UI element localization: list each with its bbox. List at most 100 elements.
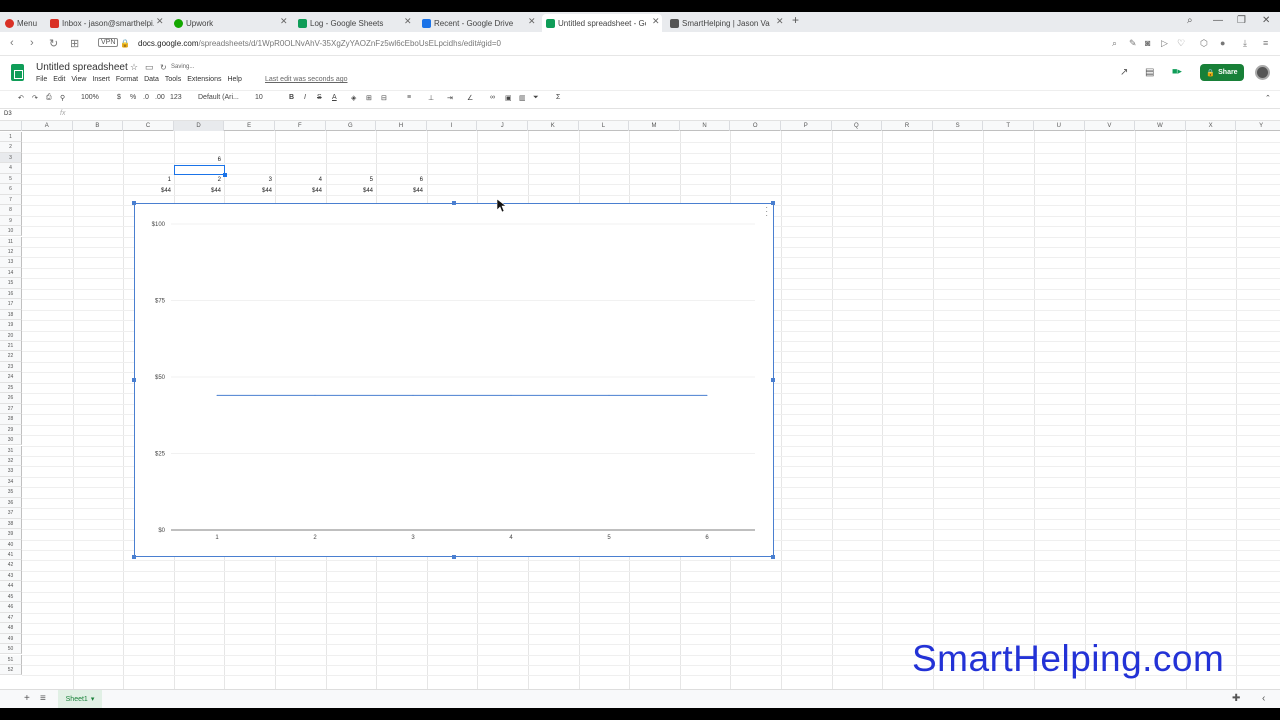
vpn-badge[interactable]: VPN	[98, 38, 119, 47]
speed-dial-icon[interactable]: ⊞	[70, 37, 79, 50]
row-header-39[interactable]: 39	[0, 529, 22, 540]
row-header-50[interactable]: 50	[0, 644, 22, 655]
undo-icon[interactable]: ↶	[18, 94, 24, 102]
row-header-15[interactable]: 15	[0, 278, 22, 289]
explore-icon[interactable]: ✚	[1232, 693, 1240, 704]
row-header-47[interactable]: 47	[0, 612, 22, 624]
column-header-i[interactable]: I	[427, 121, 478, 131]
insert-chart-icon[interactable]: ▥	[519, 94, 526, 102]
tab-untitled-spreadsheet[interactable]: Untitled spreadsheet - Goo...	[546, 14, 646, 32]
column-header-n[interactable]: N	[680, 121, 731, 131]
doc-title[interactable]: Untitled spreadsheet	[36, 62, 128, 73]
column-header-m[interactable]: M	[629, 121, 680, 131]
column-header-b[interactable]: B	[73, 121, 124, 131]
column-header-t[interactable]: T	[983, 121, 1034, 131]
column-header-d[interactable]: D	[173, 121, 225, 131]
camera-icon[interactable]: ◙	[1145, 38, 1150, 48]
row-header-34[interactable]: 34	[0, 476, 22, 488]
row-header-48[interactable]: 48	[0, 623, 22, 634]
search-icon[interactable]: ⌕	[1112, 38, 1117, 49]
column-header-p[interactable]: P	[781, 121, 832, 131]
meet-icon[interactable]: ■▸	[1172, 66, 1194, 80]
url-field[interactable]: docs.google.com/spreadsheets/d/1WpR0OLNv…	[138, 39, 501, 48]
row-header-26[interactable]: 26	[0, 393, 22, 404]
row-header-7[interactable]: 7	[0, 194, 22, 206]
column-header-x[interactable]: X	[1186, 121, 1237, 131]
row-header-29[interactable]: 29	[0, 424, 22, 436]
avatar[interactable]	[1255, 65, 1270, 80]
row-header-13[interactable]: 13	[0, 257, 22, 268]
zoom-select[interactable]: 100%	[81, 94, 99, 101]
column-header-e[interactable]: E	[224, 121, 275, 131]
row-header-36[interactable]: 36	[0, 497, 22, 509]
cell-e4[interactable]: 3	[225, 175, 275, 185]
cube-icon[interactable]: ⬡	[1200, 38, 1208, 49]
forward-icon[interactable]: ›	[30, 37, 34, 49]
resize-handle[interactable]	[452, 555, 456, 559]
column-header-s[interactable]: S	[933, 121, 984, 131]
row-header-10[interactable]: 10	[0, 226, 22, 237]
row-header-45[interactable]: 45	[0, 591, 22, 603]
tab-google-drive[interactable]: Recent - Google Drive	[422, 14, 522, 32]
row-header-18[interactable]: 18	[0, 309, 22, 321]
redo-icon[interactable]: ↷	[32, 94, 38, 102]
menu-format[interactable]: Format	[116, 76, 138, 83]
search-tabs-icon[interactable]: ⌕	[1187, 15, 1193, 26]
increase-decimal-button[interactable]: .00	[155, 94, 165, 101]
menu-extensions[interactable]: Extensions	[187, 76, 221, 83]
column-header-w[interactable]: W	[1135, 121, 1186, 131]
fill-color-icon[interactable]: ◈	[351, 94, 356, 102]
resize-handle[interactable]	[771, 555, 775, 559]
strikethrough-button[interactable]: S	[317, 94, 322, 101]
reload-icon[interactable]: ↻	[49, 37, 58, 50]
percent-button[interactable]: %	[130, 94, 136, 101]
link-icon[interactable]: ∞	[490, 94, 495, 101]
column-header-v[interactable]: V	[1085, 121, 1136, 131]
functions-button[interactable]: Σ	[556, 94, 560, 101]
chart-more-icon[interactable]: · · ·	[765, 204, 768, 220]
font-select[interactable]: Default (Ari...	[198, 94, 239, 101]
cell-g4[interactable]: 5	[326, 175, 376, 185]
insert-comment-icon[interactable]: ▣	[505, 94, 512, 102]
row-header-3[interactable]: 3	[0, 152, 22, 164]
select-all-corner[interactable]	[0, 121, 22, 131]
resize-handle[interactable]	[132, 201, 136, 205]
play-icon[interactable]: ▷	[1161, 38, 1168, 49]
column-header-u[interactable]: U	[1034, 121, 1085, 131]
borders-icon[interactable]: ⊞	[366, 94, 372, 102]
row-header-42[interactable]: 42	[0, 560, 22, 571]
currency-button[interactable]: $	[117, 94, 121, 101]
row-header-43[interactable]: 43	[0, 570, 22, 582]
cell-c4[interactable]: 1	[124, 175, 174, 185]
row-header-4[interactable]: 4	[0, 163, 22, 174]
row-header-46[interactable]: 46	[0, 602, 22, 613]
resize-handle[interactable]	[771, 378, 775, 382]
row-header-44[interactable]: 44	[0, 581, 22, 592]
edit-icon[interactable]: ✎	[1129, 38, 1137, 49]
move-folder-icon[interactable]: ▭	[145, 62, 154, 73]
row-header-16[interactable]: 16	[0, 288, 22, 300]
row-header-41[interactable]: 41	[0, 550, 22, 561]
cell-f5[interactable]: $44	[275, 186, 325, 196]
more-formats-button[interactable]: 123	[170, 94, 182, 101]
resize-handle[interactable]	[771, 201, 775, 205]
resize-handle[interactable]	[132, 378, 136, 382]
wrap-text-icon[interactable]: ⇥	[447, 94, 453, 102]
tab-inbox[interactable]: Inbox - jason@smarthelpi...	[50, 14, 154, 32]
row-header-40[interactable]: 40	[0, 539, 22, 550]
column-header-h[interactable]: H	[376, 121, 427, 131]
selected-cell-d3[interactable]	[174, 165, 227, 177]
row-header-27[interactable]: 27	[0, 403, 22, 415]
minimize-icon[interactable]: —	[1213, 15, 1223, 26]
row-header-49[interactable]: 49	[0, 633, 22, 645]
row-header-30[interactable]: 30	[0, 435, 22, 446]
row-header-23[interactable]: 23	[0, 361, 22, 373]
menu-edit[interactable]: Edit	[53, 76, 65, 83]
close-tab-icon[interactable]: ✕	[280, 16, 288, 27]
sheet-tab[interactable]: Sheet1 ▾	[58, 690, 102, 708]
cell-c5[interactable]: $44	[124, 186, 174, 196]
column-header-q[interactable]: Q	[832, 121, 883, 131]
vertical-align-icon[interactable]: ⊥	[428, 94, 434, 102]
column-header-j[interactable]: J	[477, 121, 528, 131]
row-header-6[interactable]: 6	[0, 184, 22, 195]
